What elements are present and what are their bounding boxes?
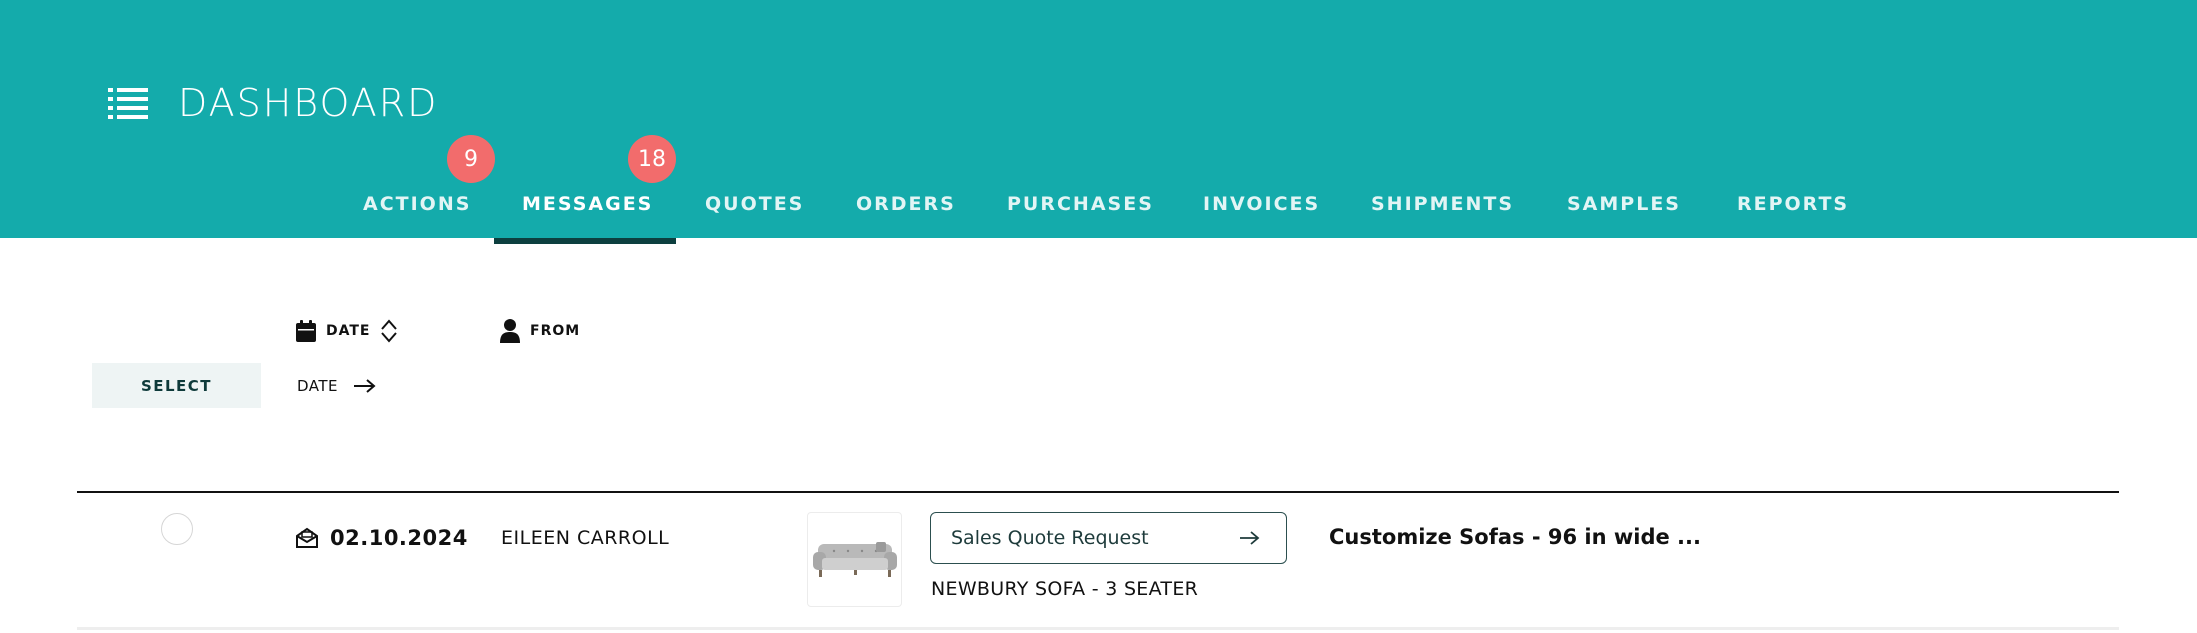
open-envelope-icon <box>296 527 318 548</box>
row-select-radio[interactable] <box>161 513 193 545</box>
active-tab-indicator <box>494 238 676 244</box>
product-thumbnail[interactable] <box>807 512 902 607</box>
message-date-text: 02.10.2024 <box>330 526 468 550</box>
tab-reports[interactable]: REPORTS <box>1737 184 1849 224</box>
tab-shipments[interactable]: SHIPMENTS <box>1371 184 1514 224</box>
actions-count-badge: 9 <box>447 135 495 183</box>
messages-count-badge: 18 <box>628 135 676 183</box>
from-column-header[interactable]: FROM <box>500 316 580 346</box>
date-sort-label: DATE <box>297 377 339 395</box>
select-button[interactable]: SELECT <box>92 363 261 408</box>
date-sort-toggle[interactable]: DATE <box>297 372 376 400</box>
sales-quote-request-label: Sales Quote Request <box>951 527 1149 549</box>
message-subject[interactable]: Customize Sofas - 96 in wide ... <box>1329 520 1701 554</box>
tab-purchases[interactable]: PURCHASES <box>1007 184 1154 224</box>
sales-quote-request-button[interactable]: Sales Quote Request <box>930 512 1287 564</box>
list-divider <box>77 491 2119 493</box>
message-sender: EILEEN CARROLL <box>501 527 670 549</box>
arrow-right-icon <box>354 379 376 393</box>
date-column-header[interactable]: DATE <box>296 316 398 346</box>
from-column-label: FROM <box>530 323 581 339</box>
sofa-image <box>812 541 897 577</box>
sort-updown-icon[interactable] <box>380 319 398 343</box>
tab-quotes[interactable]: QUOTES <box>705 184 804 224</box>
main-tabs: ACTIONS 9 MESSAGES 18 QUOTES ORDERS PURC… <box>0 0 2197 244</box>
tab-samples[interactable]: SAMPLES <box>1567 184 1681 224</box>
tab-actions[interactable]: ACTIONS <box>363 184 471 224</box>
tab-invoices[interactable]: INVOICES <box>1203 184 1320 224</box>
tab-messages[interactable]: MESSAGES <box>522 184 653 224</box>
message-date: 02.10.2024 <box>296 522 468 554</box>
row-separator <box>77 627 2119 630</box>
arrow-right-icon <box>1240 531 1260 545</box>
product-name: NEWBURY SOFA - 3 SEATER <box>931 578 1199 600</box>
date-column-label: DATE <box>326 323 371 339</box>
calendar-icon <box>296 320 316 342</box>
person-icon <box>500 319 520 343</box>
tab-orders[interactable]: ORDERS <box>856 184 956 224</box>
